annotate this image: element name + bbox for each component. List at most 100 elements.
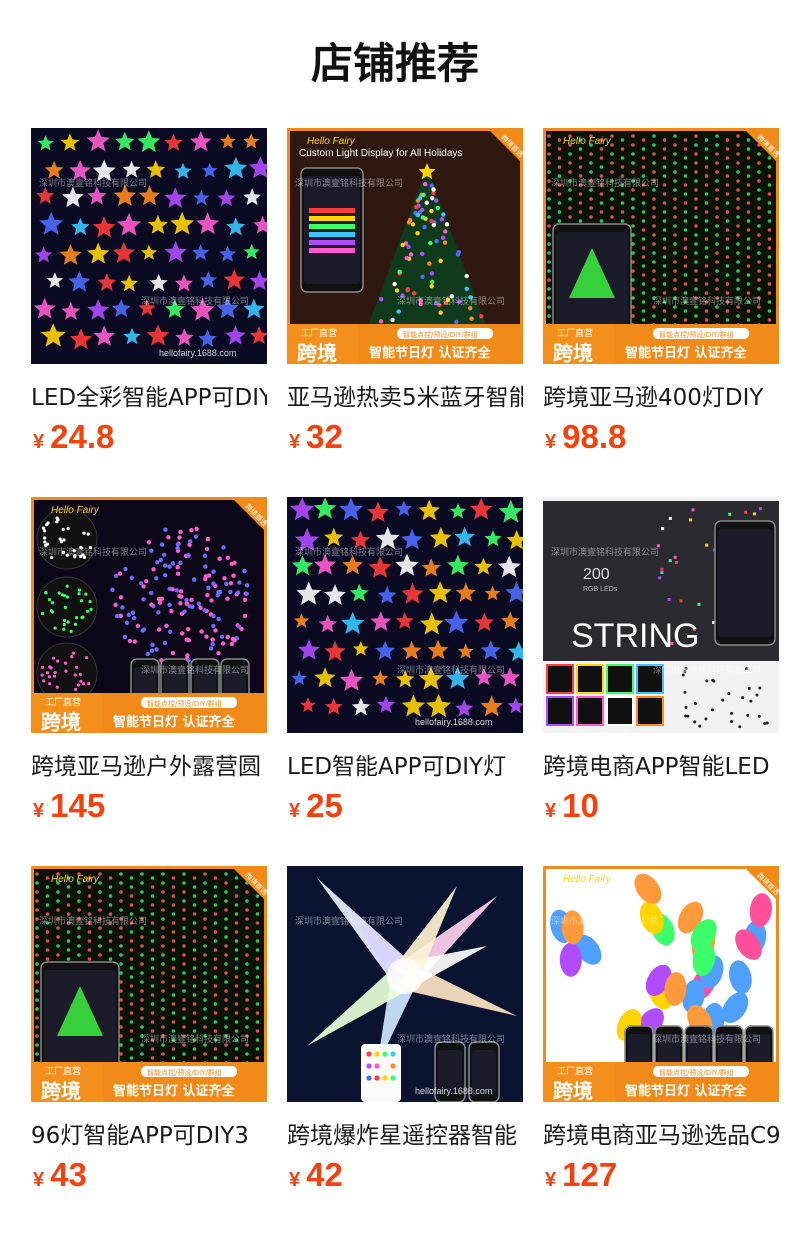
svg-text:深圳市澳壹铭科技有限公司: 深圳市澳壹铭科技有限公司	[653, 664, 761, 676]
svg-text:工厂直营: 工厂直营	[557, 1065, 593, 1077]
product-name[interactable]: 跨境电商APP智能LED	[543, 751, 779, 783]
svg-text:智能点控/预设/DIY/群组: 智能点控/预设/DIY/群组	[147, 1068, 222, 1077]
svg-text:Hello Fairy: Hello Fairy	[563, 874, 612, 885]
svg-text:hellofairy.1688.com: hellofairy.1688.com	[415, 1086, 492, 1096]
product-name[interactable]: 跨境亚马逊户外露营圆	[31, 751, 267, 783]
product-name[interactable]: 跨境爆炸星遥控器智能	[287, 1120, 523, 1152]
price-value: 43	[50, 1156, 87, 1193]
svg-text:STRING: STRING	[571, 617, 699, 655]
svg-text:hellofairy.1688.com: hellofairy.1688.com	[159, 348, 236, 358]
product-image[interactable]: 200 RGB LEDs STRING 深圳市澳壹铭科技有限公司 深圳市澳壹铭科技有限公…	[543, 497, 779, 733]
currency-symbol: ¥	[545, 431, 557, 453]
currency-symbol: ¥	[33, 800, 45, 822]
product-image[interactable]: 深圳市澳壹铭科技有限公司 深圳市澳壹铭科技有限公司 hellofairy.1688.…	[287, 866, 523, 1102]
price-value: 127	[562, 1156, 618, 1193]
product-card[interactable]: 深圳市澳壹铭科技有限公司 深圳市澳壹铭科技有限公司 hellofairy.1688.…	[287, 866, 523, 1206]
svg-text:智能节日灯 认证齐全: 智能节日灯 认证齐全	[625, 345, 748, 361]
svg-text:工厂直营: 工厂直营	[45, 1065, 81, 1077]
svg-text:工厂直营: 工厂直营	[557, 327, 593, 339]
product-name[interactable]: 跨境亚马逊400灯DIY	[543, 382, 779, 414]
sphere-lights-icon: 工厂直营跨境智能点控/预设/DIY/群组智能节日灯 认证齐全跨境首选Hello …	[31, 497, 267, 733]
c9-bulbs-icon: 工厂直营跨境智能点控/预设/DIY/群组智能节日灯 认证齐全跨境首选Hello …	[543, 866, 779, 1102]
price-value: 10	[562, 787, 599, 824]
svg-text:深圳市澳壹铭科技有限公司: 深圳市澳壹铭科技有限公司	[39, 177, 147, 189]
product-name[interactable]: 96灯智能APP可DIY3	[31, 1120, 267, 1152]
product-card[interactable]: 工厂直营 跨境 智能点控/预设/DIY/群组 智能节日灯 认证齐全 跨境首选 Hello …	[287, 128, 523, 468]
product-image[interactable]: 工厂直营 跨境 智能点控/预设/DIY/群组 智能节日灯 认证齐全 跨境首选 Hello …	[31, 497, 267, 733]
product-card[interactable]: 深圳市澳壹铭科技有限公司 深圳市澳壹铭科技有限公司 hellofairy.1688.…	[31, 128, 267, 468]
product-price: ¥24.8	[33, 418, 114, 458]
price-value: 145	[50, 787, 106, 824]
svg-text:跨境: 跨境	[553, 1079, 593, 1102]
product-image[interactable]: 工厂直营 跨境 智能点控/预设/DIY/群组 智能节日灯 认证齐全 跨境首选 Hello …	[543, 866, 779, 1102]
svg-text:深圳市澳壹铭科技有限公司: 深圳市澳壹铭科技有限公司	[653, 1033, 761, 1045]
svg-text:深圳市澳壹铭科技有限公司: 深圳市澳壹铭科技有限公司	[397, 1033, 505, 1045]
svg-text:深圳市澳壹铭科技有限公司: 深圳市澳壹铭科技有限公司	[551, 177, 659, 189]
svg-text:跨境: 跨境	[41, 1079, 81, 1102]
product-image[interactable]: 工厂直营 跨境 智能点控/预设/DIY/群组 智能节日灯 认证齐全 跨境首选 Hello …	[543, 128, 779, 364]
svg-text:工厂直营: 工厂直营	[301, 327, 337, 339]
svg-text:hellofairy.1688.com: hellofairy.1688.com	[415, 717, 492, 727]
svg-text:深圳市澳壹铭科技有限公司: 深圳市澳壹铭科技有限公司	[653, 295, 761, 307]
product-name[interactable]: 跨境电商亚马逊选品C9	[543, 1120, 779, 1152]
svg-text:跨境: 跨境	[553, 341, 593, 364]
product-image[interactable]: 深圳市澳壹铭科技有限公司 深圳市澳壹铭科技有限公司 hellofairy.1688.…	[287, 497, 523, 733]
svg-text:智能点控/预设/DIY/群组: 智能点控/预设/DIY/群组	[659, 1068, 734, 1077]
svg-text:智能点控/预设/DIY/群组: 智能点控/预设/DIY/群组	[147, 699, 222, 708]
star-lights-icon: 深圳市澳壹铭科技有限公司深圳市澳壹铭科技有限公司hellofairy.1688.…	[287, 497, 523, 733]
currency-symbol: ¥	[289, 431, 301, 453]
product-price: ¥98.8	[545, 418, 626, 458]
price-value: 98.8	[562, 418, 627, 455]
svg-text:智能节日灯 认证齐全: 智能节日灯 认证齐全	[113, 1083, 236, 1099]
currency-symbol: ¥	[289, 1169, 301, 1191]
svg-text:智能节日灯 认证齐全: 智能节日灯 认证齐全	[369, 345, 492, 361]
product-card[interactable]: 深圳市澳壹铭科技有限公司 深圳市澳壹铭科技有限公司 hellofairy.1688.…	[287, 497, 523, 837]
svg-text:智能节日灯 认证齐全: 智能节日灯 认证齐全	[625, 1083, 748, 1099]
svg-text:深圳市澳壹铭科技有限公司: 深圳市澳壹铭科技有限公司	[295, 177, 403, 189]
svg-text:Hello Fairy: Hello Fairy	[563, 136, 612, 147]
product-price: ¥127	[545, 1156, 617, 1196]
product-image[interactable]: 工厂直营 跨境 智能点控/预设/DIY/群组 智能节日灯 认证齐全 跨境首选 Hello …	[287, 128, 523, 364]
svg-text:深圳市澳壹铭科技有限公司: 深圳市澳壹铭科技有限公司	[295, 546, 403, 558]
svg-text:Hello Fairy: Hello Fairy	[51, 505, 100, 516]
svg-text:深圳市澳壹铭科技有限公司: 深圳市澳壹铭科技有限公司	[551, 546, 659, 558]
svg-text:深圳市澳壹铭科技有限公司: 深圳市澳壹铭科技有限公司	[397, 295, 505, 307]
currency-symbol: ¥	[545, 1169, 557, 1191]
product-card[interactable]: 200 RGB LEDs STRING 深圳市澳壹铭科技有限公司 深圳市澳壹铭科技有限公…	[543, 497, 779, 837]
product-name[interactable]: LED智能APP可DIY灯	[287, 751, 523, 783]
exploding-star-icon: 深圳市澳壹铭科技有限公司深圳市澳壹铭科技有限公司hellofairy.1688.…	[287, 866, 523, 1102]
svg-text:深圳市澳壹铭科技有限公司: 深圳市澳壹铭科技有限公司	[295, 915, 403, 927]
product-card[interactable]: 工厂直营 跨境 智能点控/预设/DIY/群组 智能节日灯 认证齐全 跨境首选 Hello …	[543, 128, 779, 468]
svg-text:智能点控/预设/DIY/群组: 智能点控/预设/DIY/群组	[403, 330, 478, 339]
svg-text:智能点控/预设/DIY/群组: 智能点控/预设/DIY/群组	[659, 330, 734, 339]
svg-text:深圳市澳壹铭科技有限公司: 深圳市澳壹铭科技有限公司	[141, 1033, 249, 1045]
currency-symbol: ¥	[33, 1169, 45, 1191]
svg-text:深圳市澳壹铭科技有限公司: 深圳市澳壹铭科技有限公司	[39, 546, 147, 558]
star-lights-icon: 深圳市澳壹铭科技有限公司深圳市澳壹铭科技有限公司hellofairy.1688.…	[31, 128, 267, 364]
curtain-lights-icon: 工厂直营跨境智能点控/预设/DIY/群组智能节日灯 认证齐全跨境首选Hello …	[543, 128, 779, 364]
svg-text:深圳市澳壹铭科技有限公司: 深圳市澳壹铭科技有限公司	[397, 664, 505, 676]
price-value: 24.8	[50, 418, 115, 455]
svg-text:跨境: 跨境	[297, 341, 337, 364]
currency-symbol: ¥	[289, 800, 301, 822]
product-card[interactable]: 工厂直营 跨境 智能点控/预设/DIY/群组 智能节日灯 认证齐全 跨境首选 Hello …	[31, 497, 267, 837]
product-name[interactable]: 亚马逊热卖5米蓝牙智能	[287, 382, 523, 414]
price-value: 42	[306, 1156, 343, 1193]
curtain-lights-icon: 工厂直营跨境智能点控/预设/DIY/群组智能节日灯 认证齐全跨境首选Hello …	[31, 866, 267, 1102]
product-card[interactable]: 工厂直营 跨境 智能点控/预设/DIY/群组 智能节日灯 认证齐全 跨境首选 Hello …	[31, 866, 267, 1206]
currency-symbol: ¥	[33, 431, 45, 453]
svg-text:RGB LEDs: RGB LEDs	[583, 586, 618, 593]
product-price: ¥42	[289, 1156, 343, 1196]
christmas-tree-icon: 工厂直营跨境智能点控/预设/DIY/群组智能节日灯 认证齐全跨境首选Hello …	[287, 128, 523, 364]
product-price: ¥10	[545, 787, 599, 827]
svg-text:深圳市澳壹铭科技有限公司: 深圳市澳壹铭科技有限公司	[141, 664, 249, 676]
svg-text:深圳市澳壹铭科技有限公司: 深圳市澳壹铭科技有限公司	[141, 295, 249, 307]
product-image[interactable]: 工厂直营 跨境 智能点控/预设/DIY/群组 智能节日灯 认证齐全 跨境首选 Hello …	[31, 866, 267, 1102]
product-image[interactable]: 深圳市澳壹铭科技有限公司 深圳市澳壹铭科技有限公司 hellofairy.1688.…	[31, 128, 267, 364]
product-price: ¥43	[33, 1156, 87, 1196]
product-card[interactable]: 工厂直营 跨境 智能点控/预设/DIY/群组 智能节日灯 认证齐全 跨境首选 Hello …	[543, 866, 779, 1206]
product-price: ¥25	[289, 787, 343, 827]
product-price: ¥32	[289, 418, 343, 458]
page-title: 店铺推荐	[310, 39, 479, 88]
product-name[interactable]: LED全彩智能APP可DIY	[31, 382, 267, 414]
